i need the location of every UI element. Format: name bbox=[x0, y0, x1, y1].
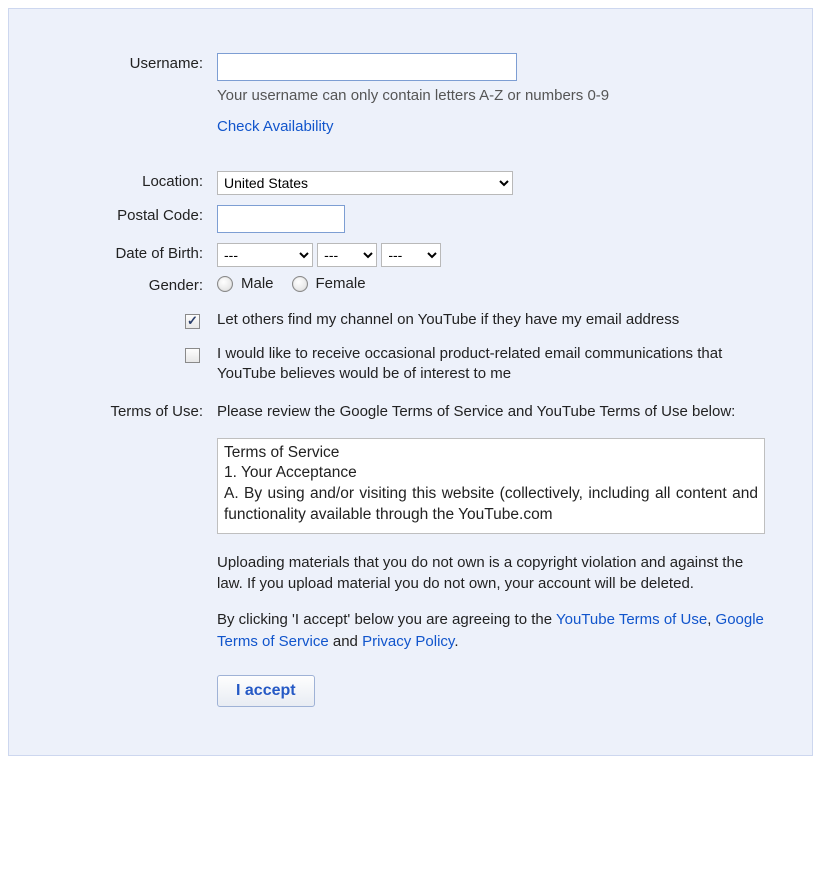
postal-label: Postal Code: bbox=[25, 203, 217, 224]
location-label: Location: bbox=[25, 169, 217, 190]
terms-textarea[interactable] bbox=[217, 438, 765, 534]
signup-panel: Username: Your username can only contain… bbox=[8, 8, 813, 756]
username-input[interactable] bbox=[217, 53, 517, 81]
gender-female-radio[interactable] bbox=[292, 276, 308, 292]
agreement-text: By clicking 'I accept' below you are agr… bbox=[217, 609, 765, 653]
username-label: Username: bbox=[25, 51, 217, 72]
location-select[interactable]: United States bbox=[217, 171, 513, 195]
terms-label: Terms of Use: bbox=[25, 399, 217, 420]
find-channel-label: Let others find my channel on YouTube if… bbox=[217, 308, 784, 330]
youtube-tos-link[interactable]: YouTube Terms of Use bbox=[556, 611, 707, 628]
check-availability-link[interactable]: Check Availability bbox=[217, 118, 333, 135]
upload-warning: Uploading materials that you do not own … bbox=[217, 552, 765, 596]
dob-month-select[interactable]: --- bbox=[217, 243, 313, 267]
gender-male-label: Male bbox=[241, 275, 274, 292]
postal-input[interactable] bbox=[217, 205, 345, 233]
terms-intro: Please review the Google Terms of Servic… bbox=[217, 401, 784, 422]
dob-label: Date of Birth: bbox=[25, 241, 217, 262]
product-emails-checkbox[interactable] bbox=[185, 348, 200, 363]
find-channel-checkbox[interactable] bbox=[185, 314, 200, 329]
gender-female-label: Female bbox=[316, 275, 366, 292]
dob-day-select[interactable]: --- bbox=[317, 243, 377, 267]
gender-label: Gender: bbox=[25, 273, 217, 294]
agree-prefix: By clicking 'I accept' below you are agr… bbox=[217, 611, 556, 628]
accept-button[interactable]: I accept bbox=[217, 675, 315, 707]
privacy-policy-link[interactable]: Privacy Policy bbox=[362, 633, 454, 650]
dob-year-select[interactable]: --- bbox=[381, 243, 441, 267]
username-hint: Your username can only contain letters A… bbox=[217, 87, 784, 104]
product-emails-label: I would like to receive occasional produ… bbox=[217, 342, 784, 385]
gender-male-radio[interactable] bbox=[217, 276, 233, 292]
